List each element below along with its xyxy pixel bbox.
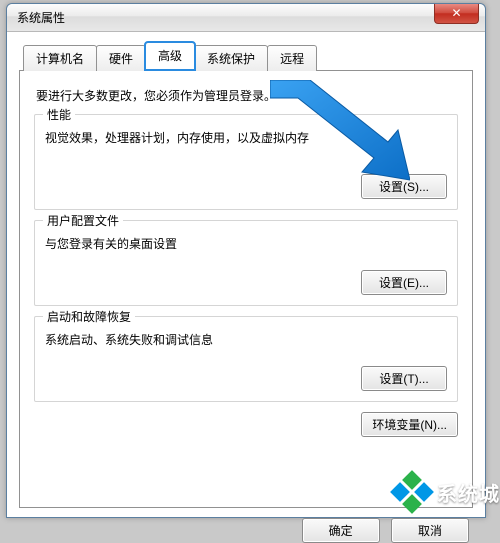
window-title: 系统属性 — [17, 9, 65, 26]
window-body: 计算机名 硬件 高级 系统保护 远程 要进行大多数更改，您必须作为管理员登录。 … — [7, 32, 485, 517]
dialog-buttons: 确定 取消 — [19, 518, 473, 543]
admin-required-text: 要进行大多数更改，您必须作为管理员登录。 — [36, 87, 456, 104]
ok-button[interactable]: 确定 — [302, 518, 380, 543]
group-user-profiles-desc: 与您登录有关的桌面设置 — [45, 235, 447, 252]
tab-page-advanced: 要进行大多数更改，您必须作为管理员登录。 性能 视觉效果，处理器计划，内存使用，… — [19, 70, 473, 508]
group-startup-recovery: 启动和故障恢复 系统启动、系统失败和调试信息 设置(T)... — [34, 316, 458, 402]
group-performance-desc: 视觉效果，处理器计划，内存使用，以及虚拟内存 — [45, 129, 447, 146]
tab-computer-name[interactable]: 计算机名 — [23, 45, 97, 71]
titlebar[interactable]: 系统属性 ✕ — [7, 4, 485, 32]
startup-recovery-settings-button[interactable]: 设置(T)... — [361, 366, 447, 391]
close-button[interactable]: ✕ — [434, 4, 479, 24]
performance-settings-button[interactable]: 设置(S)... — [361, 174, 447, 199]
group-performance-legend: 性能 — [43, 106, 75, 123]
tab-system-protection[interactable]: 系统保护 — [194, 45, 268, 71]
system-properties-window: 系统属性 ✕ 计算机名 硬件 高级 系统保护 远程 要进行大多数更改，您必须作为… — [6, 3, 486, 518]
group-startup-recovery-desc: 系统启动、系统失败和调试信息 — [45, 331, 447, 348]
environment-variables-button[interactable]: 环境变量(N)... — [361, 412, 458, 437]
group-performance: 性能 视觉效果，处理器计划，内存使用，以及虚拟内存 设置(S)... — [34, 114, 458, 210]
tabstrip: 计算机名 硬件 高级 系统保护 远程 — [23, 42, 473, 70]
cancel-button[interactable]: 取消 — [391, 518, 469, 543]
tab-advanced[interactable]: 高级 — [145, 42, 195, 70]
user-profiles-settings-button[interactable]: 设置(E)... — [361, 270, 447, 295]
group-user-profiles: 用户配置文件 与您登录有关的桌面设置 设置(E)... — [34, 220, 458, 306]
tab-remote[interactable]: 远程 — [267, 45, 317, 71]
group-startup-recovery-legend: 启动和故障恢复 — [43, 308, 135, 325]
tab-hardware[interactable]: 硬件 — [96, 45, 146, 71]
group-user-profiles-legend: 用户配置文件 — [43, 212, 123, 229]
